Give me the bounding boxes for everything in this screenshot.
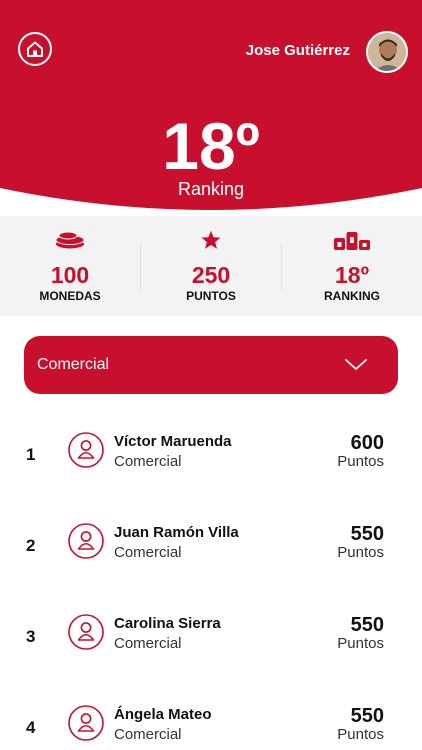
user-icon: [68, 705, 104, 741]
ranking-row[interactable]: 3 Carolina Sierra Comercial 550 Puntos: [0, 597, 422, 687]
home-button[interactable]: [18, 32, 52, 66]
points-value: 250: [191, 262, 231, 288]
user-role: Comercial: [114, 544, 182, 561]
rank-position: 3: [26, 627, 36, 646]
user-name: Ángela Mateo: [114, 706, 212, 723]
home-icon: [27, 41, 43, 57]
user-points: 550: [350, 614, 384, 636]
stats-bar: 100 MONEDAS 250 PUNTOS 18º RANKING: [0, 216, 422, 316]
avatar[interactable]: [366, 31, 408, 73]
user-points: 600: [350, 432, 384, 454]
points-label: Puntos: [337, 544, 384, 561]
user-name: Carolina Sierra: [114, 615, 221, 632]
user-name: Jose Gutiérrez: [245, 42, 350, 59]
user-role: Comercial: [114, 726, 182, 743]
category-filter-value: Comercial: [37, 356, 110, 373]
rank-position: 2: [26, 536, 36, 555]
rank-position: 4: [26, 718, 36, 737]
rank-position: 1: [26, 445, 36, 464]
user-role: Comercial: [114, 453, 182, 470]
user-role: Comercial: [114, 635, 182, 652]
coins-label: MONEDAS: [39, 289, 101, 303]
ranking-row[interactable]: 1 Víctor Maruenda Comercial 600 Puntos: [0, 415, 422, 505]
user-points: 550: [350, 705, 384, 727]
ranking-stat-label: RANKING: [324, 289, 380, 303]
podium-icon: [333, 230, 371, 255]
stat-points: 250 PUNTOS: [141, 216, 281, 316]
user-name: Juan Ramón Villa: [114, 524, 239, 541]
ranking-value: 18º: [335, 262, 369, 288]
stat-coins: 100 MONEDAS: [0, 216, 140, 316]
points-label: Puntos: [337, 635, 384, 652]
coins-icon: [54, 230, 86, 255]
points-label: Puntos: [337, 453, 384, 470]
user-icon: [68, 614, 104, 650]
stat-ranking: 18º RANKING: [282, 216, 422, 316]
category-filter-dropdown[interactable]: Comercial: [24, 336, 398, 394]
coins-value: 100: [50, 262, 90, 288]
chevron-down-icon: [345, 359, 367, 370]
user-icon: [68, 432, 104, 468]
header: Jose Gutiérrez 18º Ranking: [0, 0, 422, 230]
points-label: Puntos: [337, 726, 384, 743]
ranking-position: 18º: [162, 109, 260, 183]
star-icon: [200, 230, 222, 255]
ranking-row[interactable]: 4 Ángela Mateo Comercial 550 Puntos: [0, 688, 422, 750]
user-points: 550: [350, 523, 384, 545]
ranking-row[interactable]: 2 Juan Ramón Villa Comercial 550 Puntos: [0, 506, 422, 596]
user-name: Víctor Maruenda: [114, 433, 232, 450]
ranking-label: Ranking: [177, 179, 245, 199]
points-label: PUNTOS: [186, 289, 236, 303]
user-icon: [68, 523, 104, 559]
